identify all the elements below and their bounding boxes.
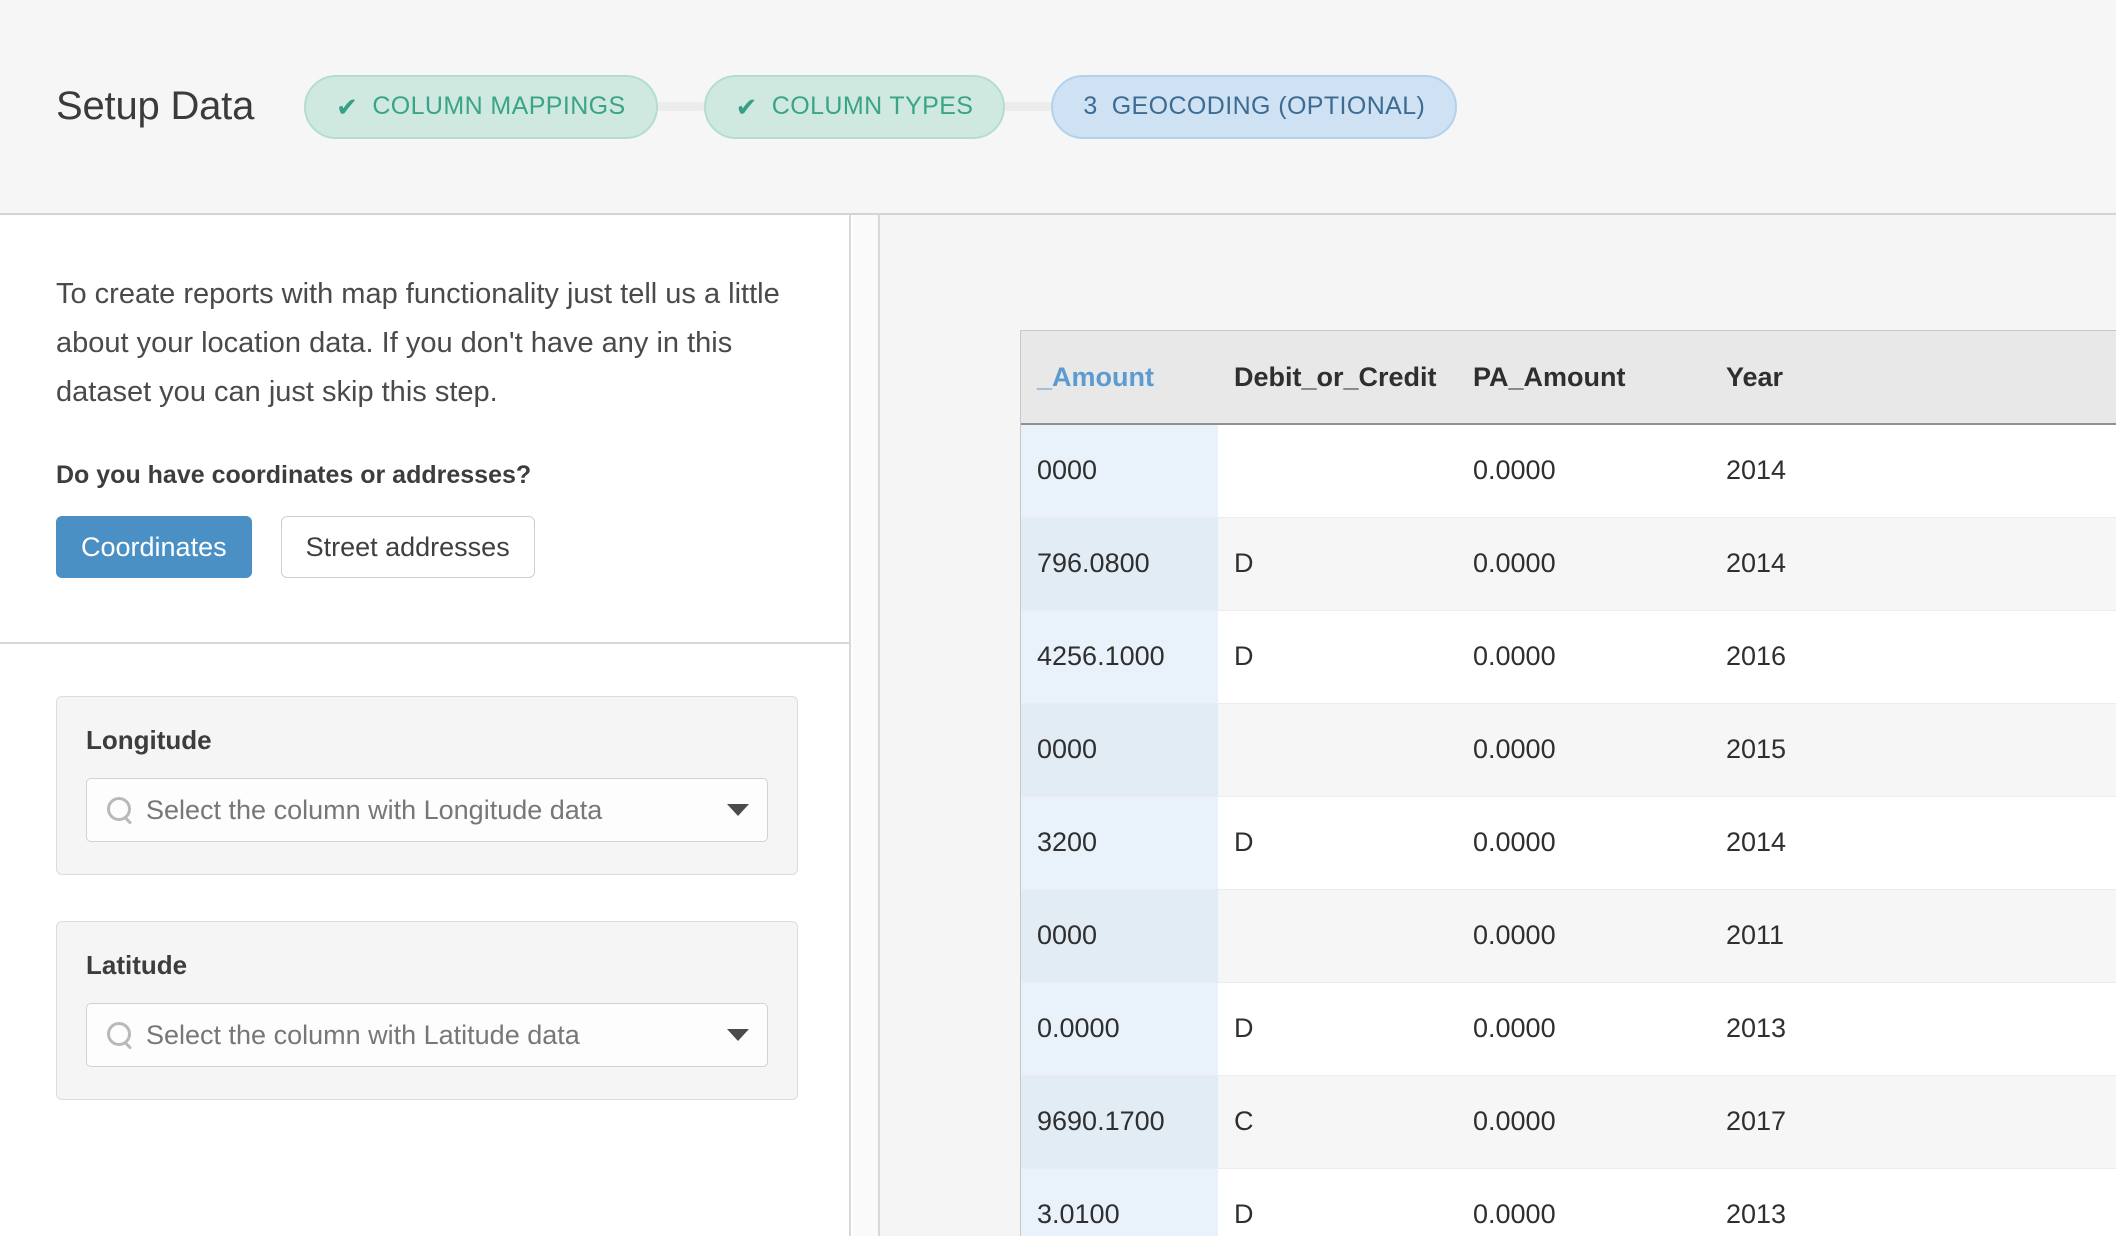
cell-year: 2017 (1710, 1075, 2116, 1169)
step-label: COLUMN TYPES (771, 92, 974, 120)
intro-text: To create reports with map functionality… (56, 278, 780, 408)
cell-pa: 0.0000 (1457, 517, 1710, 611)
cell-debit (1218, 703, 1457, 797)
column-header-debit-or-credit[interactable]: Debit_or_Credit (1218, 331, 1457, 425)
table-row[interactable]: 3200 D 0.0000 2014 (1021, 796, 2116, 890)
longitude-label: Longitude (86, 725, 212, 755)
table-row[interactable]: 0.0000 D 0.0000 2013 (1021, 982, 2116, 1076)
cell-pa: 0.0000 (1457, 982, 1710, 1076)
check-icon: ✔ (336, 91, 359, 122)
column-header-year[interactable]: Year (1710, 331, 2116, 425)
column-header-amount[interactable]: _Amount (1021, 331, 1218, 425)
data-preview-panel: _Amount Debit_or_Credit PA_Amount Year 0… (853, 215, 2116, 1236)
latitude-select-placeholder: Select the column with Latitude data (146, 1019, 580, 1050)
step-column-types[interactable]: ✔ COLUMN TYPES (703, 74, 1006, 139)
table-row[interactable]: 0000 0.0000 2014 (1021, 424, 2116, 518)
cell-debit: D (1218, 796, 1457, 890)
coordinates-choice-group: Coordinates Street addresses (56, 516, 849, 578)
coordinates-button[interactable]: Coordinates (56, 516, 252, 578)
step-connector (657, 102, 704, 111)
cell-pa: 0.0000 (1457, 1075, 1710, 1169)
cell-amount: 4256.1000 (1021, 610, 1218, 704)
latitude-field-card: Latitude Select the column with Latitude… (56, 921, 798, 1100)
cell-debit: D (1218, 982, 1457, 1076)
cell-pa: 0.0000 (1457, 703, 1710, 797)
cell-year: 2013 (1710, 982, 2116, 1076)
data-preview-grid[interactable]: _Amount Debit_or_Credit PA_Amount Year 0… (1020, 330, 2116, 1236)
cell-amount: 0000 (1021, 889, 1218, 983)
cell-pa: 0.0000 (1457, 889, 1710, 983)
page-title: Setup Data (56, 84, 255, 128)
table-row[interactable]: 796.0800 D 0.0000 2014 (1021, 517, 2116, 611)
data-preview-surface: _Amount Debit_or_Credit PA_Amount Year 0… (878, 215, 2116, 1236)
section-divider (0, 642, 849, 644)
longitude-field-card: Longitude Select the column with Longitu… (56, 696, 798, 875)
step-column-mappings[interactable]: ✔ COLUMN MAPPINGS (304, 74, 658, 139)
cell-debit: C (1218, 1075, 1457, 1169)
step-wizard: ✔ COLUMN MAPPINGS ✔ COLUMN TYPES 3 GEOCO… (304, 74, 1458, 139)
cell-pa: 0.0000 (1457, 796, 1710, 890)
longitude-column-select[interactable]: Select the column with Longitude data (86, 778, 768, 842)
step-geocoding[interactable]: 3 GEOCODING (OPTIONAL) (1051, 74, 1458, 139)
cell-year: 2014 (1710, 796, 2116, 890)
cell-debit: D (1218, 610, 1457, 704)
preview-table: _Amount Debit_or_Credit PA_Amount Year 0… (1021, 331, 2116, 1236)
setup-header: Setup Data ✔ COLUMN MAPPINGS ✔ COLUMN TY… (0, 0, 2116, 215)
cell-debit (1218, 424, 1457, 518)
table-body: 0000 0.0000 2014 796.0800 D 0.0000 2014 (1021, 424, 2116, 1236)
chevron-down-icon (727, 804, 749, 816)
cell-pa: 0.0000 (1457, 1168, 1710, 1236)
cell-debit (1218, 889, 1457, 983)
table-row[interactable]: 4256.1000 D 0.0000 2016 (1021, 610, 2116, 704)
step-connector (1005, 102, 1052, 111)
cell-year: 2015 (1710, 703, 2116, 797)
step-label: COLUMN MAPPINGS (372, 92, 626, 120)
table-row[interactable]: 0000 0.0000 2015 (1021, 703, 2116, 797)
latitude-column-select[interactable]: Select the column with Latitude data (86, 1003, 768, 1067)
cell-year: 2011 (1710, 889, 2116, 983)
table-row[interactable]: 9690.1700 C 0.0000 2017 (1021, 1075, 2116, 1169)
coordinates-question-label: Do you have coordinates or addresses? (56, 461, 532, 489)
table-header-row: _Amount Debit_or_Credit PA_Amount Year (1021, 331, 2116, 425)
table-row[interactable]: 3.0100 D 0.0000 2013 (1021, 1168, 2116, 1236)
cell-amount: 9690.1700 (1021, 1075, 1218, 1169)
search-icon (107, 797, 133, 823)
geocoding-form-panel: To create reports with map functionality… (0, 215, 851, 1236)
cell-amount: 3.0100 (1021, 1168, 1218, 1236)
check-icon: ✔ (735, 91, 758, 122)
cell-amount: 0000 (1021, 424, 1218, 518)
chevron-down-icon (727, 1029, 749, 1041)
column-header-pa-amount[interactable]: PA_Amount (1457, 331, 1710, 425)
cell-amount: 0000 (1021, 703, 1218, 797)
cell-pa: 0.0000 (1457, 424, 1710, 518)
step-label: GEOCODING (OPTIONAL) (1111, 92, 1426, 120)
table-row[interactable]: 0000 0.0000 2011 (1021, 889, 2116, 983)
search-icon (107, 1022, 133, 1048)
cell-pa: 0.0000 (1457, 610, 1710, 704)
cell-year: 2014 (1710, 424, 2116, 518)
step-number: 3 (1083, 92, 1098, 120)
street-addresses-button[interactable]: Street addresses (280, 516, 535, 578)
cell-year: 2016 (1710, 610, 2116, 704)
latitude-label: Latitude (86, 950, 188, 980)
cell-year: 2013 (1710, 1168, 2116, 1236)
cell-amount: 0.0000 (1021, 982, 1218, 1076)
longitude-select-placeholder: Select the column with Longitude data (146, 794, 603, 825)
cell-debit: D (1218, 517, 1457, 611)
cell-debit: D (1218, 1168, 1457, 1236)
cell-amount: 796.0800 (1021, 517, 1218, 611)
cell-year: 2014 (1710, 517, 2116, 611)
cell-amount: 3200 (1021, 796, 1218, 890)
